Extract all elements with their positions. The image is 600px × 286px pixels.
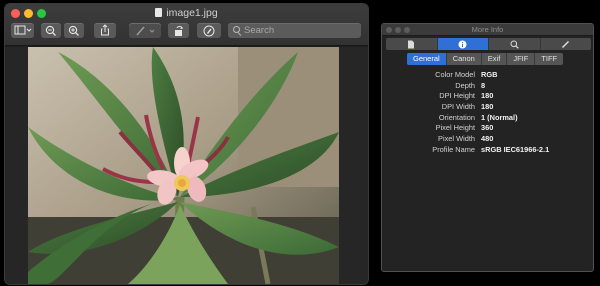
document-title-text: image1.jpg — [166, 7, 218, 19]
subtab-general[interactable]: General — [407, 53, 447, 65]
info-icon — [458, 40, 467, 48]
magnifier-icon — [510, 40, 519, 49]
subtab-tiff[interactable]: TIFF — [535, 53, 563, 65]
search-field[interactable] — [228, 23, 361, 38]
tab-keywords[interactable] — [489, 38, 541, 50]
property-row: DPI Height 180 — [382, 91, 593, 102]
property-value: 180 — [481, 91, 494, 101]
property-key: Color Model — [435, 70, 475, 79]
property-row: DPI Width 180 — [382, 102, 593, 113]
document-title: image1.jpg — [5, 7, 368, 20]
markup-pen-button[interactable] — [129, 23, 161, 38]
properties-list: Color Model RGB Depth 8 DPI Height 180 D… — [382, 70, 593, 156]
document-icon — [408, 40, 415, 48]
property-key: Profile Name — [432, 144, 475, 154]
property-value: 480 — [481, 134, 494, 144]
property-key: DPI Height — [439, 91, 475, 101]
property-key: DPI Width — [441, 102, 475, 112]
markup-toolbar-button[interactable] — [197, 23, 221, 38]
zoom-out-icon — [45, 25, 56, 36]
preview-window: image1.jpg — [5, 4, 368, 284]
property-row: Profile Name sRGB IEC61966-2.1 — [382, 145, 593, 156]
subtab-jfif[interactable]: JFIF — [507, 53, 536, 65]
info-titlebar: More Info — [382, 24, 593, 36]
property-key: Pixel Height — [435, 123, 475, 133]
file-icon — [155, 8, 163, 17]
more-info-panel: More Info General Canon Exif JFIF TIFF C… — [381, 23, 594, 272]
share-icon — [101, 24, 109, 36]
zoom-in-icon — [68, 25, 79, 36]
property-row: Color Model RGB — [382, 70, 593, 81]
photo-illustration — [28, 47, 339, 284]
image-canvas — [5, 47, 368, 284]
search-input[interactable] — [244, 24, 354, 37]
property-row: Pixel Width 480 — [382, 134, 593, 145]
property-value: RGB — [481, 70, 498, 79]
rotate-button[interactable] — [168, 23, 189, 38]
property-value: 180 — [481, 102, 494, 112]
subtab-exif[interactable]: Exif — [482, 53, 508, 65]
titlebar: image1.jpg — [5, 4, 368, 46]
zoom-out-button[interactable] — [41, 23, 61, 38]
markup-icon — [203, 25, 215, 37]
frangipani-flower-photo — [28, 47, 339, 284]
property-row: Orientation 1 (Normal) — [382, 113, 593, 124]
property-row: Depth 8 — [382, 81, 593, 92]
property-key: Pixel Width — [438, 134, 475, 144]
tab-general-info[interactable] — [386, 38, 438, 50]
property-key: Orientation — [438, 112, 475, 122]
rotate-icon — [174, 26, 183, 36]
property-value: 360 — [481, 123, 494, 133]
property-value: 8 — [481, 80, 486, 90]
info-title: More Info — [471, 25, 504, 34]
property-value: sRGB IEC61966-2.1 — [481, 144, 550, 154]
metadata-subtabs: General Canon Exif JFIF TIFF — [407, 53, 564, 65]
property-key: Depth — [455, 80, 475, 90]
property-row: Pixel Height 360 — [382, 123, 593, 134]
zoom-in-button[interactable] — [64, 23, 84, 38]
property-value: 1 (Normal) — [481, 112, 518, 122]
search-icon — [233, 26, 240, 33]
pen-icon — [136, 26, 155, 36]
subtab-canon[interactable]: Canon — [447, 53, 482, 65]
tab-annotations[interactable] — [541, 38, 592, 50]
pencil-icon — [562, 40, 570, 48]
tab-more-info[interactable] — [437, 38, 489, 50]
share-button[interactable] — [94, 23, 116, 38]
sidebar-toggle-button[interactable] — [11, 23, 34, 38]
sidebar-icon — [14, 25, 31, 35]
info-category-tabs — [386, 38, 591, 50]
